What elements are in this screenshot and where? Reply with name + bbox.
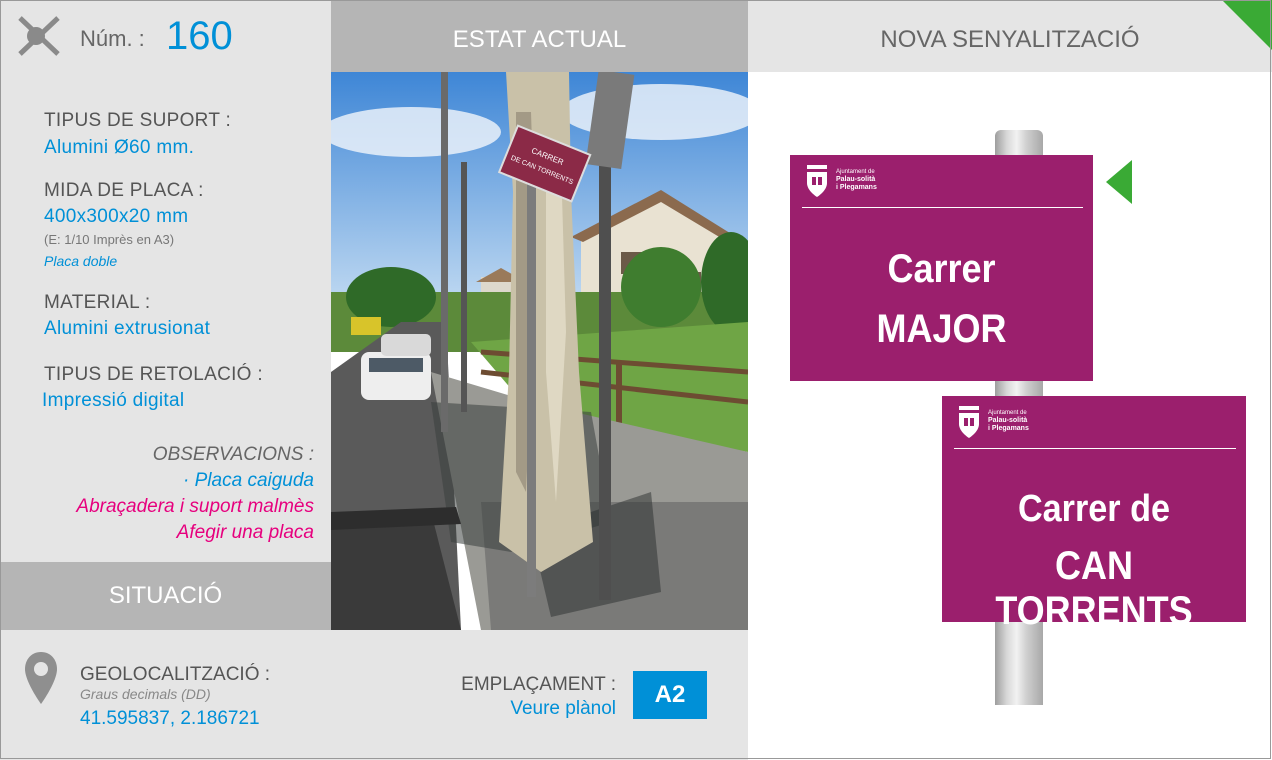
number-label: Núm. : (80, 26, 145, 51)
mida-extra: Placa doble (44, 253, 118, 269)
crossed-arrow-icon (18, 16, 60, 56)
retolacio-label: TIPUS DE RETOLACIÓ : (44, 364, 263, 385)
municipal-shield-icon (959, 406, 979, 438)
number-value: 160 (166, 14, 233, 58)
plate-divider (954, 448, 1236, 449)
green-arrow-left-icon (1106, 160, 1134, 209)
observacions-line: Afegir una placa (176, 522, 314, 543)
org-line: i Plegamans (836, 184, 877, 191)
map-pin-icon (24, 650, 58, 711)
geolocation-label: GEOLOCALITZACIÓ : (80, 664, 271, 685)
plate-organization: Ajuntament de Palau-solità i Plegamans (988, 410, 1029, 433)
mida-value: 400x300x20 mm (44, 206, 189, 227)
nova-senyalitzacio-header: NOVA SENYALITZACIÓ (748, 0, 1272, 72)
observacions-line: Abraçadera i suport malmès (76, 496, 314, 517)
material-value: Alumini extrusionat (44, 318, 211, 339)
emplacament-label: EMPLAÇAMENT : (461, 674, 616, 695)
observacions-label: OBSERVACIONS : (152, 444, 314, 465)
material-label: MATERIAL : (44, 292, 151, 313)
org-line: i Plegamans (988, 425, 1029, 432)
observacions-line: · Placa caiguda (183, 470, 314, 491)
suport-value: Alumini Ø60 mm. (44, 137, 195, 158)
plate-organization: Ajuntament de Palau-solità i Plegamans (836, 169, 877, 192)
geolocation-value: 41.595837, 2.186721 (80, 708, 260, 729)
plate-street-name: CAN TORRENTS (995, 544, 1193, 633)
org-line: Palau-solità (836, 176, 876, 183)
corner-triangle-icon (1222, 0, 1272, 55)
mida-label: MIDA DE PLACA : (44, 180, 204, 201)
emplacament-badge: A2 (633, 671, 707, 719)
suport-label: TIPUS DE SUPORT : (44, 110, 232, 131)
street-sign-plate: Ajuntament de Palau-solità i Plegamans C… (790, 155, 1093, 381)
retolacio-value: Impressió digital (42, 390, 185, 411)
municipal-shield-icon (807, 165, 827, 197)
emplacament-link[interactable]: Veure plànol (400, 698, 616, 720)
plate-divider (802, 207, 1083, 208)
current-state-photo: CARRER DE CAN TORRENTS (331, 72, 748, 630)
situacio-header: SITUACIÓ (0, 562, 331, 630)
org-line: Ajuntament de (988, 410, 1027, 416)
org-line: Palau-solità (988, 417, 1028, 424)
estat-actual-header: ESTAT ACTUAL (331, 0, 748, 72)
mida-note: (E: 1/10 Imprès en A3) (44, 232, 175, 247)
plate-street-type: Carrer de (1017, 488, 1171, 530)
geolocation-format: Graus decimals (DD) (80, 686, 211, 702)
plate-street-name: MAJOR (876, 307, 1007, 351)
street-sign-plate: Ajuntament de Palau-solità i Plegamans C… (942, 396, 1246, 633)
org-line: Ajuntament de (836, 169, 875, 175)
plate-street-type: Carrer (887, 247, 996, 291)
